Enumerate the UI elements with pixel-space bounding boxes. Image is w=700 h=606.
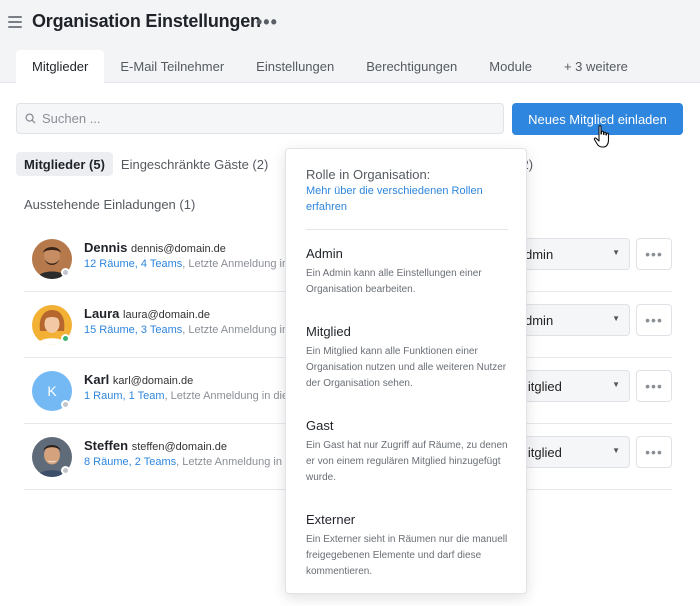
member-last-login: Letzte Anmeldung in die (188, 258, 294, 270)
role-select[interactable]: litglied ▼ (514, 370, 630, 402)
role-name: Mitglied (306, 324, 351, 339)
tab-email-teilnehmer[interactable]: E-Mail Teilnehmer (104, 50, 240, 83)
pending-invitations[interactable]: Ausstehende Einladungen (1) (24, 197, 195, 212)
search-input[interactable] (42, 111, 482, 126)
chevron-down-icon: ▼ (612, 248, 620, 257)
member-last-login: Letzte Anmeldung in die (188, 324, 294, 336)
more-options-icon[interactable]: ••• (256, 12, 278, 33)
role-info-popover: Rolle in Organisation: Mehr über die ver… (285, 148, 527, 594)
member-rooms-link[interactable]: 8 Räume (84, 456, 129, 468)
roles-info-link[interactable]: Mehr über die verschiedenen Rollen erfah… (306, 183, 496, 215)
popover-title: Rolle in Organisation: (306, 167, 431, 182)
member-email: karl@domain.de (112, 375, 194, 387)
chevron-down-icon: ▼ (612, 314, 620, 323)
role-gast: Gast Ein Gast hat nur Zugriff auf Räume,… (306, 418, 511, 486)
status-indicator (61, 268, 70, 277)
top-bar: Organisation Einstellungen ••• Mitgliede… (0, 0, 700, 83)
role-value: dmin (525, 246, 554, 262)
role-description: Ein Mitglied kann alle Funktionen einer … (306, 346, 507, 389)
role-admin: Admin Ein Admin kann alle Einstellungen … (306, 246, 511, 298)
subtab-mitglieder[interactable]: Mitglieder (5) (16, 152, 113, 176)
hand-cursor-icon (593, 125, 610, 148)
member-teams-link[interactable]: 3 Teams (141, 324, 182, 336)
member-rooms-link[interactable]: 12 Räume (84, 258, 135, 270)
tab-berechtigungen[interactable]: Berechtigungen (350, 50, 473, 83)
row-more-button[interactable]: ••• (636, 436, 672, 468)
role-description: Ein Admin kann alle Einstellungen einer … (306, 268, 482, 295)
subtab-eingeschraenkte-gaeste[interactable]: Eingeschränkte Gäste (2) (113, 152, 276, 176)
search-icon (25, 113, 36, 124)
role-select[interactable]: dmin ▼ (514, 304, 630, 336)
role-name: Gast (306, 418, 334, 433)
member-email: laura@domain.de (123, 309, 211, 321)
member-name: Karl (84, 372, 110, 387)
role-value: dmin (525, 312, 554, 328)
row-more-button[interactable]: ••• (636, 238, 672, 270)
member-name: Steffen (84, 438, 129, 453)
member-last-login: Letzte Anmeldung in diese (170, 390, 294, 402)
member-teams-link[interactable]: 1 Team (129, 390, 165, 402)
tab-bar: Mitglieder E-Mail Teilnehmer Einstellung… (16, 50, 644, 83)
role-name: Externer (306, 512, 356, 527)
divider (306, 229, 508, 230)
role-description: Ein Gast hat nur Zugriff auf Räume, zu d… (306, 440, 508, 483)
member-name: Laura (84, 306, 120, 321)
search-box[interactable] (16, 103, 504, 134)
tab-module[interactable]: Module (473, 50, 548, 83)
row-more-button[interactable]: ••• (636, 370, 672, 402)
member-rooms-link[interactable]: 1 Raum (84, 390, 123, 402)
tab-more[interactable]: + 3 weitere (548, 50, 644, 83)
row-more-button[interactable]: ••• (636, 304, 672, 336)
role-value: litglied (525, 378, 562, 394)
member-teams-link[interactable]: 2 Teams (135, 456, 176, 468)
member-email: dennis@domain.de (130, 243, 226, 255)
member-name: Dennis (84, 240, 128, 255)
role-name: Admin (306, 246, 343, 261)
member-last-login: Letzte Anmeldung in die (182, 456, 294, 468)
menu-icon[interactable] (8, 16, 22, 28)
role-select[interactable]: litglied ▼ (514, 436, 630, 468)
role-select[interactable]: dmin ▼ (514, 238, 630, 270)
role-externer: Externer Ein Externer sieht in Räumen nu… (306, 512, 511, 580)
member-email: steffen@domain.de (131, 441, 228, 453)
member-rooms-link[interactable]: 15 Räume (84, 324, 135, 336)
status-indicator (61, 400, 70, 409)
member-filter-tabs: Mitglieder (5) Eingeschränkte Gäste (2) … (16, 152, 311, 176)
status-indicator (61, 466, 70, 475)
role-value: litglied (525, 444, 562, 460)
status-indicator (61, 334, 70, 343)
chevron-down-icon: ▼ (612, 446, 620, 455)
page-title: Organisation Einstellungen (32, 11, 261, 31)
member-teams-link[interactable]: 4 Teams (141, 258, 182, 270)
chevron-down-icon: ▼ (612, 380, 620, 389)
tab-mitglieder[interactable]: Mitglieder (16, 50, 105, 83)
role-description: Ein Externer sieht in Räumen nur die man… (306, 534, 508, 577)
role-mitglied: Mitglied Ein Mitglied kann alle Funktion… (306, 324, 511, 392)
tab-einstellungen[interactable]: Einstellungen (240, 50, 350, 83)
